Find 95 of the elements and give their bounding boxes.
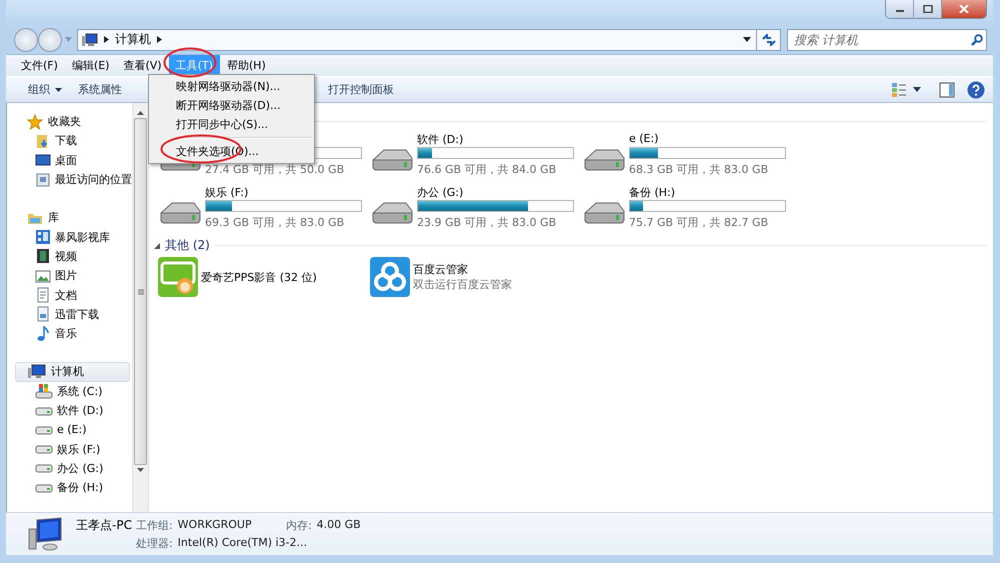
preview-pane-icon[interactable] — [939, 82, 955, 98]
desktop-icon — [35, 152, 51, 168]
dropdown-caret-icon[interactable] — [743, 37, 751, 42]
chevron-right-icon — [157, 36, 162, 43]
document-download-icon — [35, 306, 51, 322]
dropdown-caret-icon[interactable] — [913, 87, 921, 92]
nav-group-header[interactable]: 库 — [7, 208, 132, 228]
star-icon — [27, 114, 43, 130]
view-options-icon[interactable] — [891, 82, 907, 98]
drive-icon — [35, 404, 53, 416]
drive-name: 备份 (H:) — [629, 185, 676, 200]
chevron-right-icon — [104, 36, 109, 43]
organize-dropdown[interactable]: 组织 — [20, 79, 70, 100]
dropdown-caret-icon — [55, 88, 62, 92]
menu-option[interactable]: 映射网络驱动器(N)... — [151, 77, 312, 96]
recent-places-icon — [35, 172, 51, 188]
free-space-text: 68.3 GB 可用，共 83.0 GB — [629, 162, 770, 177]
computer-icon — [82, 32, 98, 46]
nav-item[interactable]: 暴风影视库 — [7, 227, 132, 247]
refresh-arrows-icon — [762, 34, 776, 46]
drive-name: 娱乐 (F:) — [205, 185, 250, 200]
drive-name: e (E:) — [629, 132, 660, 147]
grip-icon — [138, 288, 144, 294]
nav-item[interactable]: e (E:) — [7, 420, 132, 440]
music-note-icon — [35, 326, 51, 342]
toolbar-button[interactable]: 系统属性 — [70, 79, 130, 100]
scrollbar-thumb[interactable] — [134, 118, 147, 465]
film-icon — [35, 248, 51, 264]
field-label: 内存: — [286, 518, 312, 533]
menu-option[interactable]: 打开同步中心(S)... — [151, 115, 312, 134]
drive-icon — [35, 443, 53, 456]
free-space-text: 27.4 GB 可用，共 50.0 GB — [205, 162, 346, 177]
toolbar-button[interactable]: 打开控制面板 — [320, 79, 402, 100]
free-space-text: 76.6 GB 可用，共 84.0 GB — [417, 162, 558, 177]
free-space-text: 75.7 GB 可用，共 82.7 GB — [629, 215, 770, 230]
nav-item[interactable]: 视频 — [7, 246, 132, 266]
drive-name: 办公 (G:) — [417, 185, 464, 200]
maximize-button[interactable] — [913, 0, 941, 18]
nav-item[interactable]: 音乐 — [7, 324, 132, 344]
group-header[interactable]: 其他 (2) — [165, 237, 210, 254]
nav-item[interactable]: 迅雷下载 — [7, 304, 132, 324]
drive-name: 软件 (D:) — [417, 132, 464, 147]
menu-item[interactable]: 编辑(E) — [64, 55, 116, 76]
nav-item[interactable]: 最近访问的位置 — [7, 170, 132, 190]
nav-item[interactable]: 系统 (C:) — [7, 382, 132, 401]
nav-item[interactable]: 桌面 — [7, 150, 132, 170]
nav-item[interactable]: 下载 — [7, 131, 132, 151]
nav-item[interactable]: 娱乐 (F:) — [7, 439, 132, 459]
nav-group-header[interactable]: 收藏夹 — [7, 112, 132, 132]
field-label: 处理器: — [136, 536, 173, 551]
drive-icon — [35, 462, 53, 474]
app-name: 爱奇艺PPS影音 (32 位) — [201, 270, 318, 284]
field-value: Intel(R) Core(TM) i3-2... — [178, 536, 308, 551]
scroll-up-icon[interactable] — [137, 111, 144, 115]
nav-item[interactable]: 办公 (G:) — [7, 458, 132, 478]
scroll-down-icon[interactable] — [137, 468, 144, 472]
drive-icon — [35, 424, 53, 436]
menu-item[interactable]: 帮助(H) — [220, 55, 273, 76]
field-label: 工作组: — [136, 518, 173, 533]
address-bar[interactable]: 计算机 — [77, 28, 757, 50]
computer-icon — [28, 364, 46, 380]
nav-item[interactable]: 图片 — [7, 266, 132, 286]
video-app-icon — [158, 257, 198, 297]
menu-option[interactable]: 断开网络驱动器(D)... — [151, 96, 312, 115]
free-space-text: 69.3 GB 可用，共 83.0 GB — [205, 215, 346, 230]
menu-item[interactable]: 查看(V) — [116, 55, 169, 76]
refresh-button[interactable] — [757, 28, 781, 50]
search-field[interactable]: 搜索 计算机 — [787, 28, 987, 50]
app-description: 双击运行百度云管家 — [413, 277, 513, 292]
help-icon[interactable] — [967, 80, 985, 98]
free-space-text: 23.9 GB 可用，共 83.0 GB — [417, 215, 558, 230]
close-icon — [959, 5, 969, 13]
minimize-button[interactable] — [886, 0, 913, 18]
nav-item[interactable]: 软件 (D:) — [7, 400, 132, 420]
video-library-icon — [35, 229, 51, 246]
document-icon — [35, 287, 51, 304]
collapse-triangle-icon[interactable] — [154, 242, 160, 248]
field-value: 4.00 GB — [316, 518, 361, 533]
nav-group-header[interactable]: 计算机 — [15, 362, 130, 382]
close-button[interactable] — [941, 0, 986, 18]
menu-item[interactable]: 文件(F) — [14, 55, 65, 76]
cloud-app-icon — [370, 257, 410, 297]
computer-name: 王孝点-PC — [76, 517, 132, 534]
highlight-circle — [163, 47, 217, 78]
system-drive-icon — [35, 383, 53, 400]
drive-icon — [35, 482, 53, 494]
field-value: WORKGROUP — [178, 518, 252, 533]
nav-item[interactable]: 备份 (H:) — [7, 478, 132, 498]
app-name: 百度云管家 — [413, 262, 469, 277]
search-icon — [971, 34, 983, 46]
picture-icon — [35, 268, 51, 284]
nav-item[interactable]: 文档 — [7, 285, 132, 305]
computer-icon — [28, 517, 64, 551]
breadcrumb-item[interactable]: 计算机 — [115, 31, 151, 48]
maximize-icon — [922, 5, 932, 13]
